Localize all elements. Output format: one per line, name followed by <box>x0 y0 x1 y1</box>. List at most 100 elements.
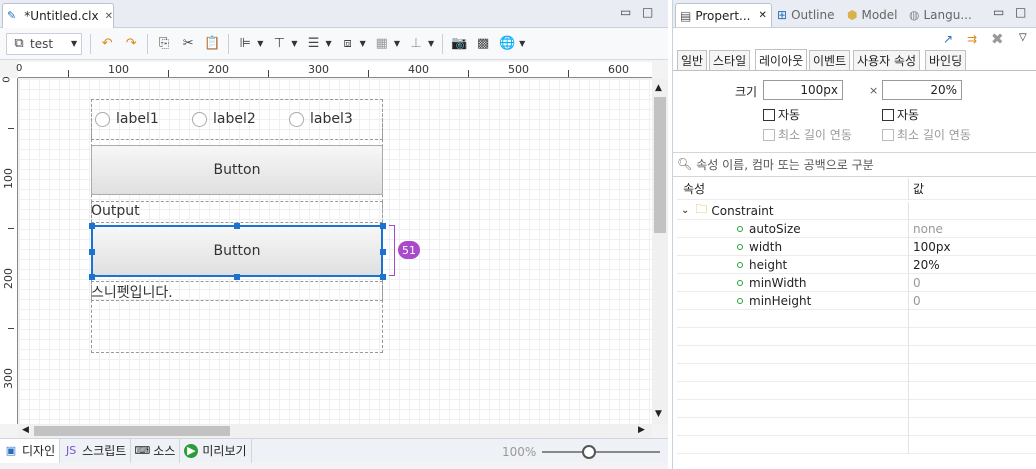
property-value[interactable]: none <box>909 222 943 236</box>
table-row[interactable]: width 100px <box>677 237 1036 256</box>
tab-source[interactable]: ⌨ 소스 <box>131 438 181 463</box>
vertical-scrollbar[interactable]: ▲ ▼ <box>652 79 668 424</box>
resize-handle[interactable] <box>380 249 386 255</box>
align-top-button[interactable]: ⊤ ▼ <box>271 33 298 55</box>
resize-handle[interactable] <box>234 274 240 280</box>
size-button[interactable]: ⊥ ▼ <box>408 33 434 55</box>
minimize-icon[interactable]: ▭ <box>620 5 631 19</box>
zoom-slider-track[interactable] <box>542 451 660 453</box>
maximize-icon[interactable]: □ <box>642 5 653 19</box>
copy-button[interactable]: ⎘ <box>156 33 172 55</box>
cut-button[interactable]: ✂ <box>180 33 196 55</box>
file-tab[interactable]: ✎ *Untitled.clx ✕ <box>2 3 114 28</box>
checkbox-label: 최소 길이 연동 <box>778 128 852 142</box>
group-row[interactable]: ⌄ 🗀 Constraint <box>677 201 1036 220</box>
height-minlen-checkbox[interactable]: 최소 길이 연동 <box>882 126 971 143</box>
design-icon: ▣ <box>5 444 17 457</box>
subtab-general[interactable]: 일반 <box>677 50 708 70</box>
resize-handle[interactable] <box>89 249 95 255</box>
width-minlen-checkbox[interactable]: 최소 길이 연동 <box>763 126 852 143</box>
button-selected[interactable]: Button <box>91 225 383 277</box>
property-value[interactable]: 0 <box>909 294 921 308</box>
resize-handle[interactable] <box>380 274 386 280</box>
property-search-input[interactable]: 🔍︎ 속성 이름, 컴마 또는 공백으로 구분 <box>677 154 1033 174</box>
export-icon[interactable]: ↗ <box>943 32 953 46</box>
checkbox-box <box>763 128 775 141</box>
button-top[interactable]: Button <box>91 145 383 195</box>
chevron-down-icon: ▼ <box>427 39 435 48</box>
tab-properties[interactable]: ▤ Propert... ✕ <box>675 3 772 27</box>
radio-label2[interactable]: label2 <box>192 111 256 127</box>
group-button[interactable]: ⧈ ▼ <box>340 33 366 55</box>
subtab-label: 일반 <box>681 54 704 68</box>
close-icon[interactable]: ✕ <box>105 11 113 22</box>
table-row[interactable]: autoSize none <box>677 219 1036 238</box>
property-value[interactable]: 20% <box>909 258 940 272</box>
tab-preview[interactable]: ▶ 미리보기 <box>180 438 252 463</box>
layout-button[interactable]: ▦ ▼ <box>374 33 400 55</box>
height-auto-checkbox[interactable]: 자동 <box>882 106 919 123</box>
tab-label: 스크립트 <box>82 444 127 458</box>
tab-design[interactable]: ▣ 디자인 <box>0 438 61 463</box>
table-header: 속성 값 <box>677 177 1036 200</box>
group-cell: ⌄ 🗀 Constraint <box>677 201 909 220</box>
horizontal-scrollbar[interactable]: ◀ ▶ <box>18 424 652 438</box>
design-canvas[interactable]: label1 label2 label3 Button Output Butto… <box>19 79 652 424</box>
resize-handle[interactable] <box>380 223 386 229</box>
scroll-thumb[interactable] <box>654 97 666 233</box>
redo-button[interactable]: ↷ <box>123 33 139 55</box>
scroll-left-icon[interactable]: ◀ <box>22 425 29 435</box>
property-value[interactable]: 0 <box>909 276 921 290</box>
column-header-prop: 속성 <box>677 177 909 200</box>
scroll-up-icon[interactable]: ▲ <box>655 83 662 93</box>
subtab-user-props[interactable]: 사용자 속성 <box>853 50 921 70</box>
screenshot-button[interactable]: 📷 <box>451 33 467 55</box>
close-icon[interactable]: ✕ <box>758 10 766 21</box>
screen-icon: ⧉ <box>14 36 24 51</box>
resize-handle[interactable] <box>234 223 240 229</box>
qr-button[interactable]: ▩ <box>475 33 491 55</box>
height-indicator <box>389 225 395 276</box>
chevron-down-icon: ▼ <box>359 39 366 48</box>
maximize-icon[interactable]: □ <box>1015 5 1026 19</box>
undo-button[interactable]: ↶ <box>99 33 115 55</box>
distribute-icon: ☰ <box>307 36 320 51</box>
table-row[interactable]: minHeight 0 <box>677 291 1036 310</box>
zoom-slider-thumb[interactable] <box>582 445 597 459</box>
tab-model[interactable]: ⬢ Model <box>847 3 898 27</box>
property-value[interactable]: 100px <box>909 240 951 254</box>
delete-icon[interactable]: ✖ <box>991 30 1004 48</box>
minimize-icon[interactable]: ▭ <box>993 5 1004 19</box>
scroll-thumb[interactable] <box>34 426 230 436</box>
width-input[interactable]: 100px <box>763 80 843 100</box>
table-row[interactable]: minWidth 0 <box>677 273 1036 292</box>
radio-label1[interactable]: label1 <box>95 111 159 127</box>
snippet-label[interactable]: 스니펫입니다. <box>91 282 173 302</box>
subtab-binding[interactable]: 바인딩 <box>925 50 967 70</box>
output-label[interactable]: Output <box>91 203 140 219</box>
align-left-button[interactable]: ⊫ ▼ <box>237 33 264 55</box>
tab-script[interactable]: JS 스크립트 <box>60 438 132 463</box>
property-name: minHeight <box>749 293 812 308</box>
radio-label3[interactable]: label3 <box>289 111 353 127</box>
menu-chevron-icon[interactable]: ▽ <box>1019 32 1027 43</box>
tab-outline[interactable]: ⊞ Outline <box>777 3 834 27</box>
distribute-button[interactable]: ☰ ▼ <box>306 33 332 55</box>
subtab-layout[interactable]: 레이아웃 <box>755 49 808 70</box>
table-row[interactable]: height 20% <box>677 255 1036 274</box>
scroll-right-icon[interactable]: ▶ <box>638 425 645 435</box>
paste-button[interactable]: 📋 <box>204 33 220 55</box>
sync-icon[interactable]: ⇉ <box>967 32 977 46</box>
scroll-down-icon[interactable]: ▼ <box>655 409 662 419</box>
browser-button[interactable]: 🌐 ▼ <box>499 33 525 55</box>
width-auto-checkbox[interactable]: 자동 <box>763 106 800 123</box>
test-dropdown[interactable]: ⧉ test ▼ <box>6 32 83 55</box>
chevron-down-icon[interactable]: ⌄ <box>681 205 689 216</box>
tab-language[interactable]: ◍ Langu... <box>909 3 972 27</box>
height-input[interactable]: 20% <box>882 80 962 100</box>
resize-handle[interactable] <box>89 223 95 229</box>
subtab-style[interactable]: 스타일 <box>709 50 751 70</box>
subtab-event[interactable]: 이벤트 <box>809 50 851 70</box>
file-tab-label: *Untitled.clx <box>24 9 99 23</box>
resize-handle[interactable] <box>89 274 95 280</box>
